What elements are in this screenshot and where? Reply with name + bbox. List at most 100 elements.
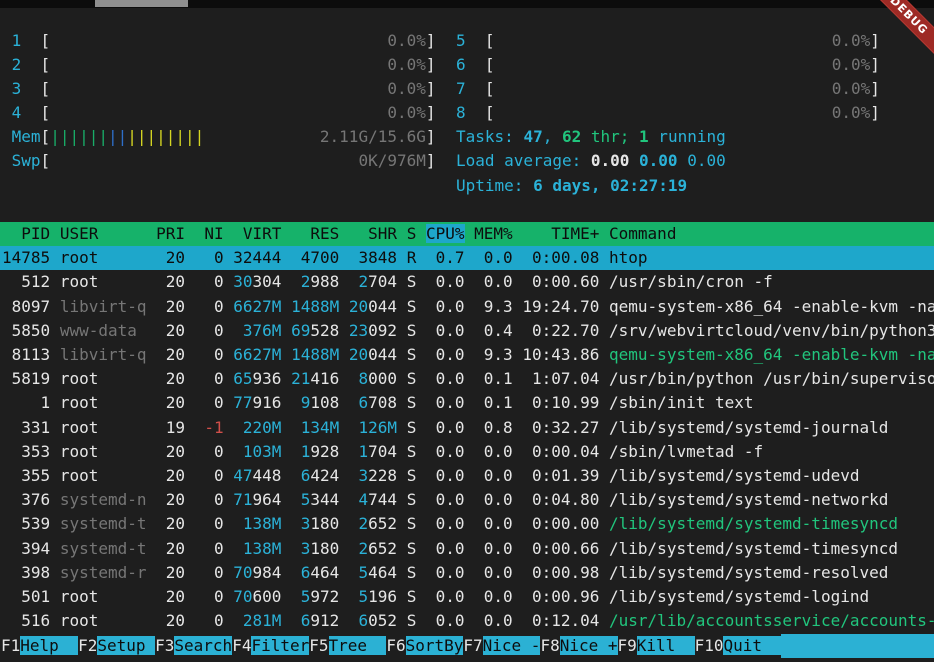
- gap: [50, 369, 60, 388]
- cpu-meter-2: 2 [ 0.0%]: [2, 53, 436, 77]
- gap: [224, 611, 234, 630]
- process-row[interactable]: 355 root 20 0 47448 6424 3228 S 0.0 0.0 …: [0, 464, 934, 488]
- gap: [465, 248, 475, 267]
- column-header-mem[interactable]: MEM%: [474, 224, 513, 243]
- fkey-f6[interactable]: F6SortBy: [386, 634, 463, 658]
- fkey-f2[interactable]: F2Setup: [78, 634, 155, 658]
- cpu-meter-8: 8 [ 0.0%]: [456, 101, 880, 125]
- cpu-meter-value: 0.0%: [50, 79, 426, 98]
- process-row[interactable]: 1 root 20 0 77916 9108 6708 S 0.0 0.1 0:…: [0, 391, 934, 415]
- mem-meter-value: 2.11G/15.6G: [204, 127, 426, 146]
- fkey-key: F6: [386, 636, 405, 655]
- process-row[interactable]: 5850 www-data 20 0 376M 69528 23092 S 0.…: [0, 319, 934, 343]
- header-gap: [224, 224, 234, 243]
- column-header-res[interactable]: RES: [291, 224, 339, 243]
- cell-shr: 000: [368, 369, 397, 388]
- cell-command: qemu-system-x86_64 -enable-kvm -na: [609, 345, 934, 364]
- fkey-f9[interactable]: F9Kill: [618, 634, 695, 658]
- cell-time: 0:00.98: [522, 563, 599, 582]
- column-header-shr[interactable]: SHR: [349, 224, 397, 243]
- gap: [185, 369, 195, 388]
- cell-shr: 5: [349, 587, 368, 606]
- fkey-f1[interactable]: F1Help: [1, 634, 78, 658]
- gap: [50, 345, 60, 364]
- gap: [281, 611, 291, 630]
- gap: [416, 466, 426, 485]
- swap-meter: Swp[ 0K/976M]: [2, 149, 436, 173]
- gap: [50, 563, 60, 582]
- cell-command: /lib/systemd/systemd-journald: [609, 418, 888, 437]
- column-header-pid[interactable]: PID: [2, 224, 50, 243]
- process-row[interactable]: 5819 root 20 0 65936 21416 8000 S 0.0 0.…: [0, 367, 934, 391]
- gap: [465, 539, 475, 558]
- column-header-user[interactable]: USER: [60, 224, 147, 243]
- fkey-f10[interactable]: F10Quit: [695, 634, 782, 658]
- cell-virt: 47: [233, 466, 252, 485]
- header-gap: [397, 224, 407, 243]
- fkey-f4[interactable]: F4Filter: [232, 634, 309, 658]
- cell-command: /sbin/init text: [609, 393, 754, 412]
- cell-nice: 0: [195, 272, 224, 291]
- process-row[interactable]: 331 root 19 -1 220M 134M 126M S 0.0 0.8 …: [0, 416, 934, 440]
- gap: [147, 248, 157, 267]
- gap: [339, 248, 349, 267]
- gap: [599, 321, 609, 340]
- cell-shr: 652: [368, 539, 397, 558]
- column-header-time[interactable]: TIME+: [522, 224, 599, 243]
- cell-pid: 353: [2, 442, 50, 461]
- gap: [281, 539, 291, 558]
- load-text: 0.00: [591, 151, 639, 170]
- cell-res: 464: [310, 563, 339, 582]
- process-row[interactable]: 8097 libvirt-q 20 0 6627M 1488M 20044 S …: [0, 295, 934, 319]
- process-row[interactable]: 376 systemd-n 20 0 71964 5344 4744 S 0.0…: [0, 488, 934, 512]
- cell-res: 416: [310, 369, 339, 388]
- cell-shr: 1: [349, 442, 368, 461]
- process-row[interactable]: 501 root 20 0 70600 5972 5196 S 0.0 0.0 …: [0, 585, 934, 609]
- fkey-key: F4: [232, 636, 251, 655]
- cell-time: 0:00.96: [522, 587, 599, 606]
- cell-time: 0:00.00: [522, 514, 599, 533]
- header-gap: [465, 224, 475, 243]
- cell-cpu-percent: 0.0: [426, 514, 465, 533]
- cell-nice: 0: [195, 490, 224, 509]
- fkey-f5[interactable]: F5Tree: [309, 634, 386, 658]
- meter-bracket-close: ]: [426, 151, 436, 170]
- process-row[interactable]: 516 root 20 0 281M 6912 6052 S 0.0 0.0 0…: [0, 609, 934, 633]
- column-header-s[interactable]: S: [407, 224, 417, 243]
- gap: [397, 297, 407, 316]
- column-header-command[interactable]: Command: [609, 224, 934, 243]
- process-row[interactable]: 539 systemd-t 20 0 138M 3180 2652 S 0.0 …: [0, 512, 934, 536]
- gap: [185, 248, 195, 267]
- process-row[interactable]: 14785 root 20 0 32444 4700 3848 R 0.7 0.…: [0, 246, 934, 270]
- cell-shr: 2: [349, 514, 368, 533]
- fkey-key: F1: [1, 636, 20, 655]
- column-header-pri[interactable]: PRI: [156, 224, 185, 243]
- cell-virt: 916: [253, 393, 282, 412]
- gap: [397, 248, 407, 267]
- process-row[interactable]: 394 systemd-t 20 0 138M 3180 2652 S 0.0 …: [0, 537, 934, 561]
- fkey-f7[interactable]: F7Nice -: [463, 634, 540, 658]
- process-row[interactable]: 398 systemd-r 20 0 70984 6464 5464 S 0.0…: [0, 561, 934, 585]
- process-row[interactable]: 353 root 20 0 103M 1928 1704 S 0.0 0.0 0…: [0, 440, 934, 464]
- mem-ticks-yellow: ||||||||: [127, 127, 204, 146]
- header-gap: [339, 224, 349, 243]
- column-header-cpu[interactable]: CPU%: [426, 224, 465, 243]
- gap: [50, 418, 60, 437]
- cell-cpu-percent: 0.0: [426, 345, 465, 364]
- cell-user: systemd-t: [60, 539, 147, 558]
- fkey-label: Help: [20, 636, 78, 655]
- fkey-label: Filter: [251, 636, 309, 655]
- gap: [224, 514, 234, 533]
- cell-mem-percent: 0.0: [474, 539, 513, 558]
- cpu-meter-3: 3 [ 0.0%]: [2, 77, 436, 101]
- cell-mem-percent: 0.0: [474, 248, 513, 267]
- tasks-text: 62: [562, 127, 581, 146]
- cell-command: /usr/bin/python /usr/bin/superviso: [609, 369, 934, 388]
- column-header-virt[interactable]: VIRT: [233, 224, 281, 243]
- column-header-ni[interactable]: NI: [195, 224, 224, 243]
- process-row[interactable]: 8113 libvirt-q 20 0 6627M 1488M 20044 S …: [0, 343, 934, 367]
- fkey-f3[interactable]: F3Search: [155, 634, 232, 658]
- fkey-f8[interactable]: F8Nice +: [540, 634, 617, 658]
- gap: [416, 442, 426, 461]
- process-row[interactable]: 512 root 20 0 30304 2988 2704 S 0.0 0.0 …: [0, 270, 934, 294]
